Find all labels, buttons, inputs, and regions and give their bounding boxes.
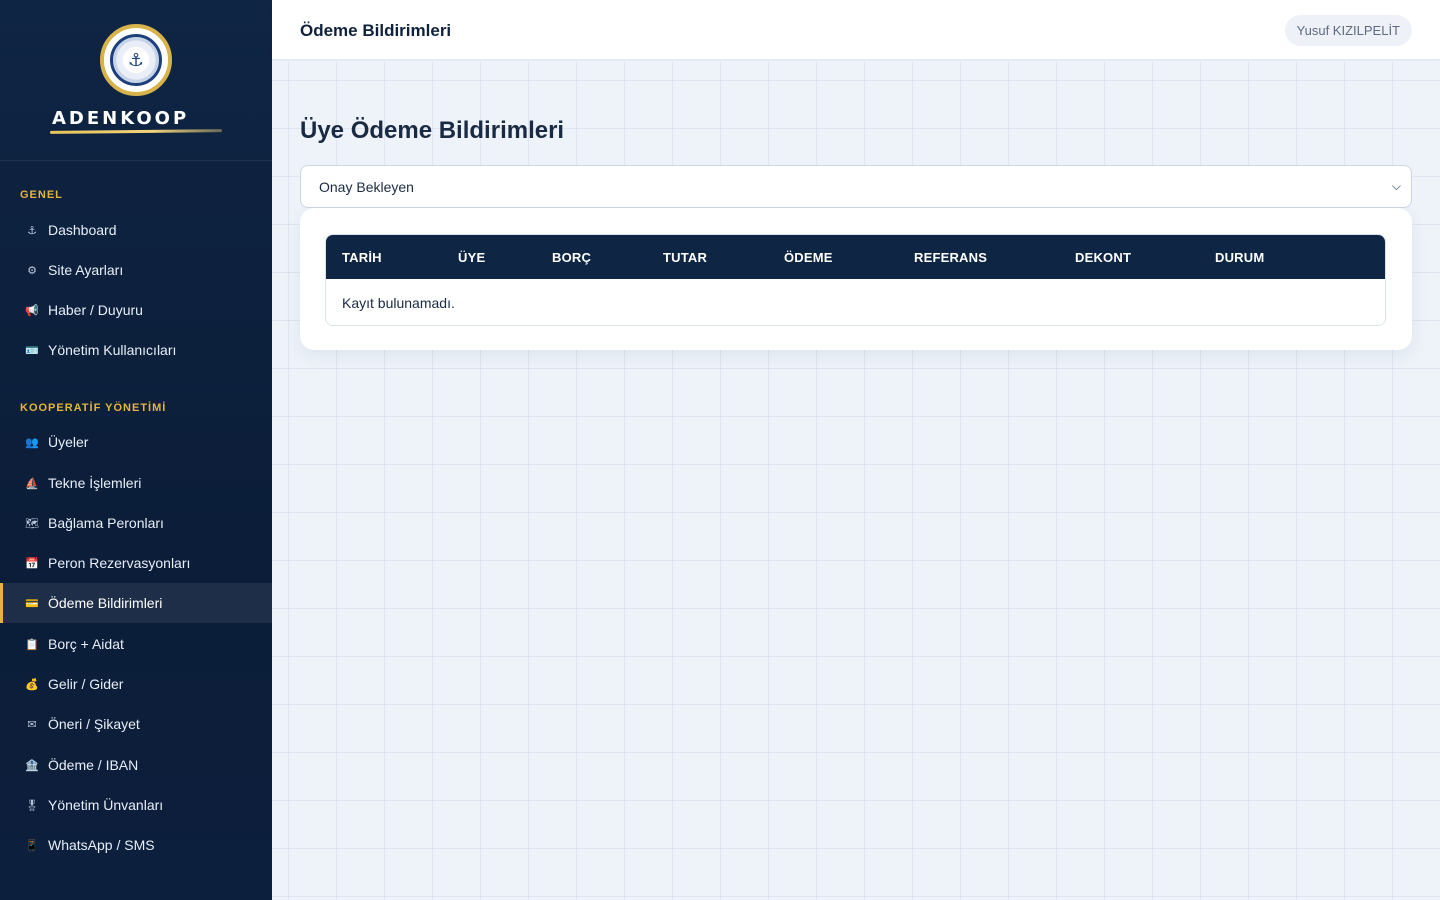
sidebar: ⚓ ADENKOOP GENEL ⚓ Dashboard ⚙ Site Ayar… bbox=[0, 0, 272, 900]
sidebar-item-label: Yönetim Kullanıcıları bbox=[48, 342, 177, 358]
column-header-tutar[interactable]: TUTAR bbox=[663, 250, 707, 265]
bank-icon: 🏦 bbox=[25, 759, 39, 772]
payments-card: TARİH ÜYE BORÇ TUTAR ÖDEME REFERANS DEKO… bbox=[300, 208, 1412, 350]
sidebar-item-label: Tekne İşlemleri bbox=[48, 475, 142, 491]
main-content: Üye Ödeme Bildirimleri Onay Bekleyen ⌵ T… bbox=[272, 61, 1440, 900]
calendar-icon: 📅 bbox=[25, 557, 39, 570]
column-header-durum[interactable]: DURUM bbox=[1215, 250, 1264, 265]
sidebar-item-dashboard[interactable]: ⚓ Dashboard bbox=[0, 210, 272, 250]
envelope-icon: ✉ bbox=[27, 718, 37, 731]
section-title-kooperatif: KOOPERATİF YÖNETİMİ bbox=[20, 402, 167, 414]
sidebar-item-gelir-gider[interactable]: 💰 Gelir / Gider bbox=[0, 664, 272, 704]
id-card-icon: 🪪 bbox=[25, 344, 39, 357]
sidebar-item-label: Dashboard bbox=[48, 222, 117, 238]
sidebar-item-label: Gelir / Gider bbox=[48, 676, 124, 692]
logo[interactable]: ⚓ bbox=[100, 24, 172, 96]
brand-underline bbox=[49, 129, 223, 134]
sidebar-item-odeme-iban[interactable]: 🏦 Ödeme / IBAN bbox=[0, 745, 272, 785]
anchor-icon: ⚓ bbox=[27, 224, 37, 237]
sidebar-item-label: Site Ayarları bbox=[48, 262, 124, 278]
sidebar-item-label: Öneri / Şikayet bbox=[48, 716, 140, 732]
phone-icon: 📱 bbox=[25, 839, 39, 852]
sidebar-item-peron-rezervasyonlari[interactable]: 📅 Peron Rezervasyonları bbox=[0, 543, 272, 583]
sidebar-item-borc-aidat[interactable]: 📋 Borç + Aidat bbox=[0, 624, 272, 664]
page-title: Üye Ödeme Bildirimleri bbox=[300, 117, 565, 144]
brand: ⚓ ADENKOOP bbox=[0, 0, 272, 161]
users-icon: 👥 bbox=[25, 436, 39, 449]
gear-icon: ⚙ bbox=[27, 264, 37, 277]
top-title: Ödeme Bildirimleri bbox=[300, 21, 452, 40]
sidebar-item-label: Yönetim Ünvanları bbox=[48, 797, 164, 813]
user-menu-button[interactable]: Yusuf KIZILPELİT bbox=[1284, 15, 1412, 46]
column-header-odeme[interactable]: ÖDEME bbox=[784, 250, 833, 265]
column-header-tarih[interactable]: TARİH bbox=[342, 250, 382, 265]
sidebar-item-yonetim-kullanicilari[interactable]: 🪪 Yönetim Kullanıcıları bbox=[0, 330, 272, 370]
sidebar-item-odeme-bildirimleri[interactable]: 💳 Ödeme Bildirimleri bbox=[0, 583, 272, 623]
sidebar-item-label: Haber / Duyuru bbox=[48, 302, 143, 318]
sidebar-item-baglama-peronlari[interactable]: 🗺 Bağlama Peronları bbox=[0, 503, 272, 543]
sidebar-item-whatsapp-sms[interactable]: 📱 WhatsApp / SMS bbox=[0, 825, 272, 865]
table-body: Kayıt bulunamadı. bbox=[326, 279, 1385, 325]
status-filter-value: Onay Bekleyen bbox=[319, 178, 414, 195]
column-header-dekont[interactable]: DEKONT bbox=[1075, 250, 1131, 265]
sidebar-item-label: Ödeme Bildirimleri bbox=[48, 595, 163, 611]
sidebar-item-label: WhatsApp / SMS bbox=[48, 837, 155, 853]
sailboat-icon: ⛵ bbox=[25, 477, 39, 490]
sidebar-item-label: Üyeler bbox=[48, 434, 89, 450]
sidebar-item-label: Bağlama Peronları bbox=[48, 515, 164, 531]
column-header-referans[interactable]: REFERANS bbox=[914, 250, 987, 265]
logo-emblem: ⚓ bbox=[110, 34, 162, 86]
medal-icon: 🎖 bbox=[25, 799, 39, 812]
map-icon: 🗺 bbox=[25, 517, 39, 530]
sidebar-item-yonetim-unvanlari[interactable]: 🎖 Yönetim Ünvanları bbox=[0, 785, 272, 825]
column-header-borc[interactable]: BORÇ bbox=[552, 250, 591, 265]
sidebar-item-label: Peron Rezervasyonları bbox=[48, 555, 191, 571]
megaphone-icon: 📢 bbox=[25, 304, 39, 317]
brand-name: ADENKOOP bbox=[52, 108, 190, 129]
sidebar-item-tekne-islemleri[interactable]: ⛵ Tekne İşlemleri bbox=[0, 463, 272, 503]
sidebar-item-haber-duyuru[interactable]: 📢 Haber / Duyuru bbox=[0, 290, 272, 330]
clipboard-icon: 📋 bbox=[25, 638, 39, 651]
anchor-icon: ⚓ bbox=[127, 50, 145, 70]
sidebar-item-oneri-sikayet[interactable]: ✉ Öneri / Şikayet bbox=[0, 704, 272, 744]
section-title-genel: GENEL bbox=[20, 189, 63, 201]
sidebar-item-site-ayarlari[interactable]: ⚙ Site Ayarları bbox=[0, 250, 272, 290]
sidebar-item-label: Ödeme / IBAN bbox=[48, 757, 139, 773]
topbar: Ödeme Bildirimleri Yusuf KIZILPELİT bbox=[272, 0, 1440, 60]
status-filter-select[interactable]: Onay Bekleyen ⌵ bbox=[300, 165, 1412, 208]
sidebar-item-label: Borç + Aidat bbox=[48, 636, 124, 652]
table-header: TARİH ÜYE BORÇ TUTAR ÖDEME REFERANS DEKO… bbox=[326, 235, 1385, 279]
empty-state-message: Kayıt bulunamadı. bbox=[342, 295, 455, 311]
credit-card-icon: 💳 bbox=[25, 597, 39, 610]
payments-table: TARİH ÜYE BORÇ TUTAR ÖDEME REFERANS DEKO… bbox=[325, 234, 1386, 326]
sidebar-item-uyeler[interactable]: 👥 Üyeler bbox=[0, 422, 272, 462]
column-header-uye[interactable]: ÜYE bbox=[458, 250, 485, 265]
chevron-down-icon: ⌵ bbox=[1391, 179, 1401, 193]
money-bag-icon: 💰 bbox=[25, 678, 39, 691]
